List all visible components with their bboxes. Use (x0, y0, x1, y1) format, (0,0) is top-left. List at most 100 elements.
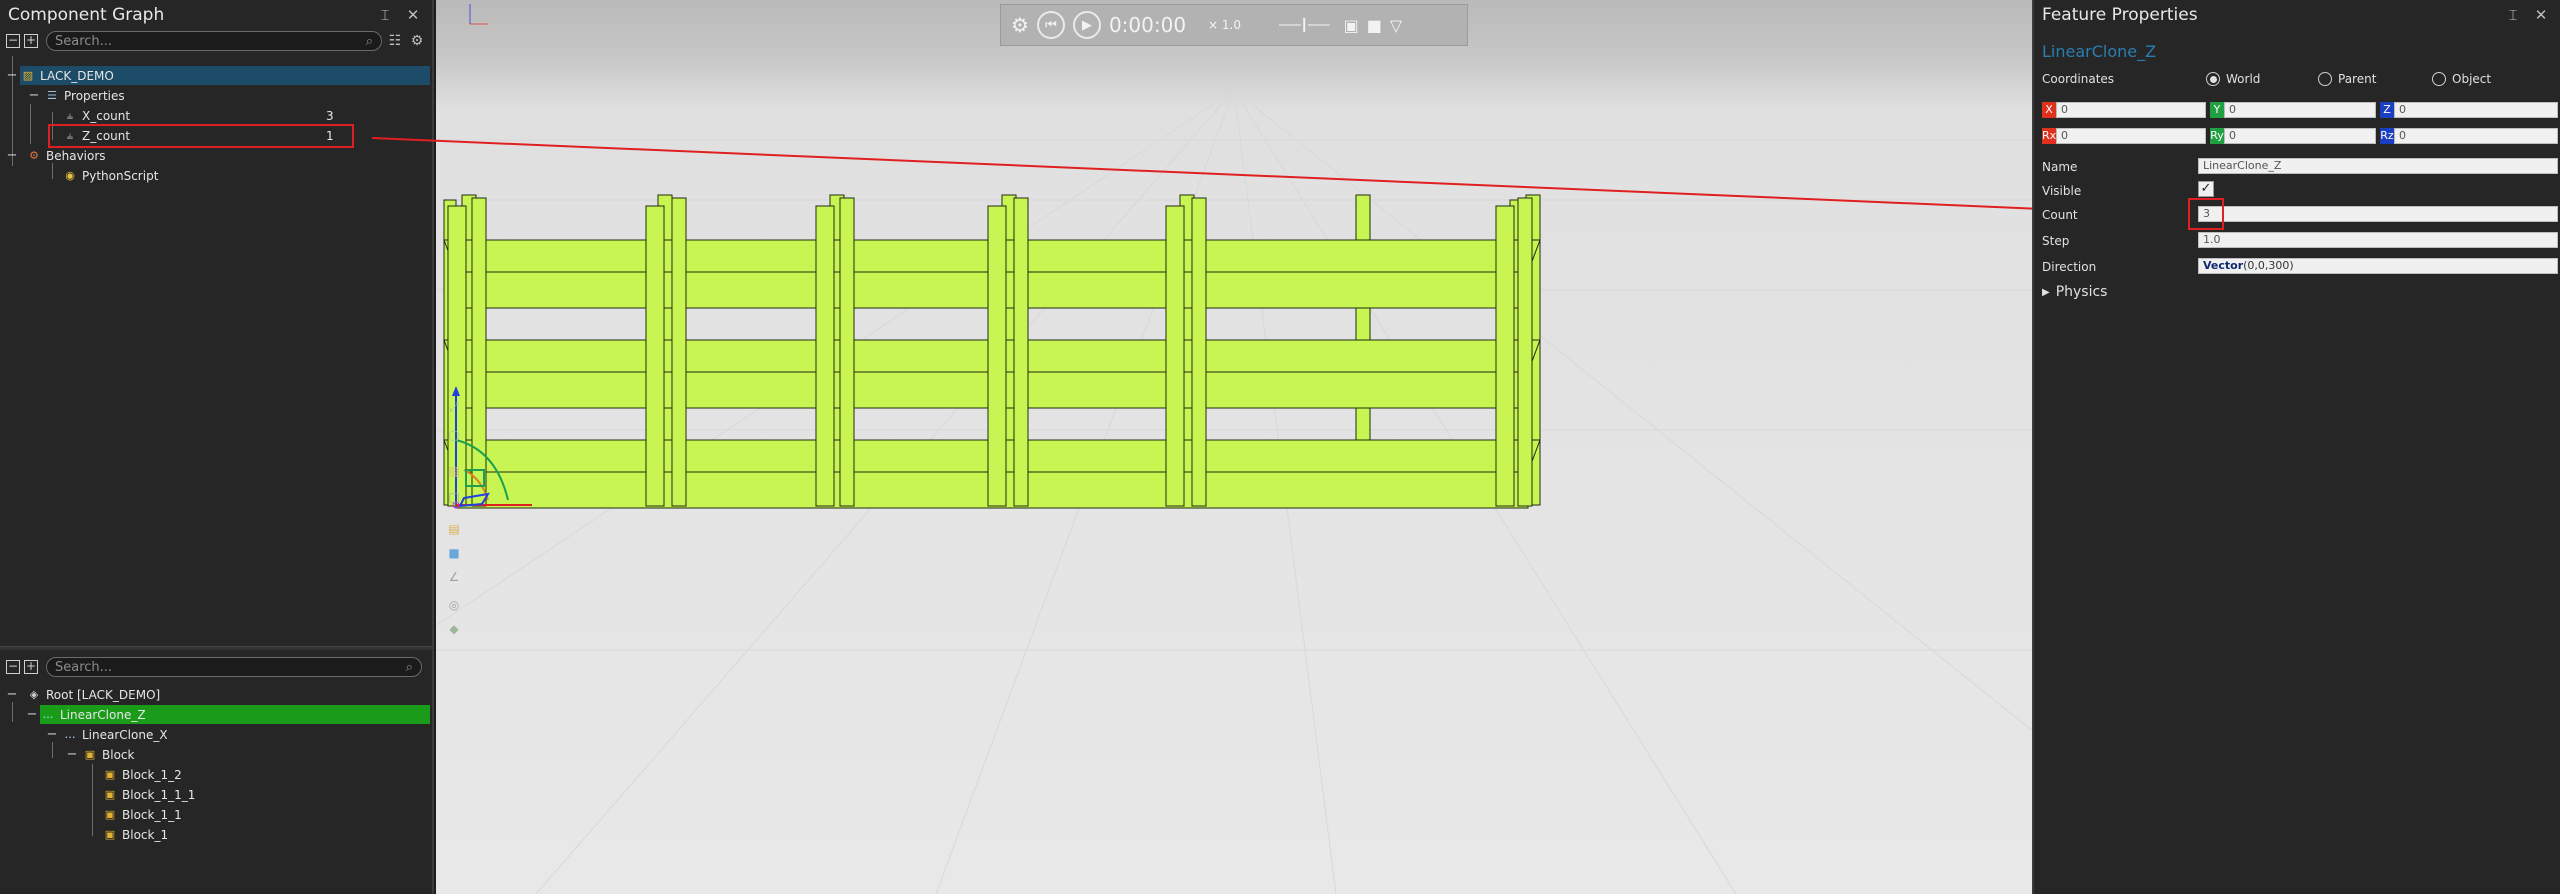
shelf-model[interactable] (443, 194, 1541, 509)
panel-splitter[interactable] (0, 646, 432, 650)
physics-section-toggle[interactable]: ▶ Physics (2042, 284, 2107, 300)
tree-item-label: LinearClone_X (82, 727, 168, 742)
panel-title: Component Graph (8, 5, 165, 25)
filter-funnel-icon[interactable]: ▽ (1390, 16, 1402, 35)
property-value: 3 (326, 109, 334, 123)
block-icon: ▣ (104, 807, 116, 821)
gear-icon[interactable]: ⚙ (408, 32, 426, 50)
z-position-field[interactable]: 0 (2394, 102, 2558, 118)
video-camera-icon[interactable]: ■ (1367, 16, 1382, 35)
visible-checkbox[interactable]: ✓ (2198, 181, 2214, 197)
tree-item-block-1-1-1[interactable]: ▣ Block_1_1_1 (102, 785, 196, 804)
tree-item-linearclone-z[interactable]: − … LinearClone_Z (27, 705, 430, 724)
collapse-toggle-icon[interactable]: − (28, 88, 40, 103)
direction-field[interactable]: Vector(0,0,300) (2198, 258, 2558, 274)
tree-item-label: Behaviors (46, 148, 106, 163)
search-placeholder: Search... (55, 659, 113, 675)
coordinates-label: Coordinates (2042, 72, 2115, 86)
close-icon[interactable]: ✕ (402, 4, 424, 26)
component-graph-panel: Component Graph ⌶ ✕ − + Search... ⌕ ☷ ⚙ … (0, 0, 434, 894)
collapse-toggle-icon[interactable]: − (46, 727, 58, 742)
collapse-toggle-icon[interactable]: − (26, 707, 38, 722)
linear-clone-icon: … (42, 707, 54, 721)
filter-icon[interactable]: ☷ (386, 32, 404, 50)
block-icon: ▣ (104, 787, 116, 801)
pin-icon[interactable]: ⌶ (2502, 4, 2524, 26)
behaviors-gear-icon: ⚙ (29, 148, 39, 162)
rx-rotation-field[interactable]: 0 (2056, 128, 2206, 144)
tree-item-python-script[interactable]: ◉ PythonScript (62, 166, 158, 185)
tree-guide-line (92, 764, 93, 836)
expand-all-icon[interactable]: + (24, 660, 38, 674)
collapse-toggle-icon[interactable]: − (6, 148, 18, 163)
tree-item-behaviors[interactable]: − ⚙ Behaviors (7, 146, 106, 165)
count-field[interactable]: 3 (2198, 206, 2558, 222)
speed-slider[interactable]: ───┃─── (1279, 18, 1330, 32)
ry-rotation-field[interactable]: 0 (2224, 128, 2376, 144)
settings-gear-icon[interactable]: ⚙ (1011, 13, 1029, 37)
tree-item-block-1-2[interactable]: ▣ Block_1_2 (102, 765, 182, 784)
tree-item-label: Block_1_1 (122, 807, 182, 822)
speed-display[interactable]: × 1.0 (1208, 18, 1241, 32)
play-button[interactable]: ▶ (1072, 11, 1101, 39)
direction-label: Direction (2042, 260, 2097, 274)
target-icon[interactable]: ◎ (444, 598, 464, 614)
tree-item-x-count[interactable]: ⫨ X_count (62, 106, 342, 125)
close-icon[interactable]: ✕ (2530, 4, 2552, 26)
display-mode-icon[interactable]: ■ (444, 546, 464, 562)
tree-item-block[interactable]: − ▣ Block (67, 745, 135, 764)
perspective-icon[interactable]: □ (444, 490, 464, 506)
radio-label: Object (2452, 72, 2492, 86)
name-field[interactable]: LinearClone_Z (2198, 158, 2558, 174)
radio-label: World (2226, 72, 2261, 86)
radio-world[interactable]: World (2206, 72, 2260, 86)
pin-icon[interactable]: ⌶ (374, 4, 396, 26)
root-node-icon: ◈ (29, 687, 39, 701)
collapse-all-icon[interactable]: − (6, 34, 20, 48)
radio-unselected-indicator (2432, 72, 2446, 86)
fill-mode-icon[interactable]: ▧ (444, 464, 464, 480)
radio-parent[interactable]: Parent (2318, 72, 2376, 86)
fit-view-icon[interactable]: ⤢ (444, 400, 464, 416)
expand-all-icon[interactable]: + (24, 34, 38, 48)
feature-name-title: LinearClone_Z (2042, 42, 2157, 61)
radio-object[interactable]: Object (2432, 72, 2491, 86)
playback-toolbar: ⚙ ⏮ ▶ 0:00:00 × 1.0 ───┃─── ▣ ■ ▽ (1000, 4, 1468, 46)
tree-item-block-1[interactable]: ▣ Block_1 (102, 825, 168, 844)
tree-item-root-node[interactable]: − ◈ Root [LACK_DEMO] (7, 685, 161, 704)
collapse-toggle-icon[interactable]: − (6, 68, 18, 83)
snap-icon[interactable]: ∠ (444, 570, 464, 586)
screenshot-icon[interactable]: ▣ (1344, 16, 1359, 35)
component-icon: ▨ (22, 68, 34, 82)
collapse-toggle-icon[interactable]: − (6, 687, 18, 702)
rx-axis-badge: Rx (2042, 128, 2057, 144)
hierarchy-toolbar: − + Search... ⌕ (0, 656, 432, 678)
direction-value: (0,0,300) (2243, 259, 2294, 272)
annotation-highlight-box (48, 124, 354, 148)
tree-item-properties[interactable]: − ☰ Properties (29, 86, 125, 105)
tree-item-label: Block_1 (122, 827, 169, 842)
y-position-field[interactable]: 0 (2224, 102, 2376, 118)
tree-item-block-1-1[interactable]: ▣ Block_1_1 (102, 805, 182, 824)
rewind-button[interactable]: ⏮ (1036, 11, 1065, 39)
rz-rotation-field[interactable]: 0 (2394, 128, 2558, 144)
block-icon: ▣ (84, 747, 96, 761)
chevron-right-icon: ▶ (2042, 286, 2050, 298)
tree-item-label: Root [LACK_DEMO] (46, 687, 161, 702)
tree-item-root[interactable]: − ▨ LACK_DEMO (7, 66, 430, 85)
zoom-region-icon[interactable]: ▢ (444, 428, 464, 444)
search-icon: ⌕ (405, 659, 413, 675)
render-mode-icon[interactable]: ▤ (444, 522, 464, 538)
tree-item-linearclone-x[interactable]: − … LinearClone_X (47, 725, 168, 744)
3d-viewport[interactable]: ⚙ ⏮ ▶ 0:00:00 × 1.0 ───┃─── ▣ ■ ▽ ⤢ ▢ ▧ … (436, 0, 2032, 894)
x-position-field[interactable]: 0 (2056, 102, 2206, 118)
step-field[interactable]: 1.0 (2198, 232, 2558, 248)
search-input[interactable]: Search... ⌕ (46, 31, 382, 51)
object-mode-icon[interactable]: ◆ (444, 622, 464, 638)
collapse-all-icon[interactable]: − (6, 660, 20, 674)
search-input[interactable]: Search... ⌕ (46, 657, 422, 677)
python-icon: ◉ (65, 168, 75, 182)
time-display: 0:00:00 (1108, 13, 1187, 37)
component-graph-toolbar: − + Search... ⌕ ☷ ⚙ (0, 30, 432, 52)
collapse-toggle-icon[interactable]: − (66, 747, 78, 762)
